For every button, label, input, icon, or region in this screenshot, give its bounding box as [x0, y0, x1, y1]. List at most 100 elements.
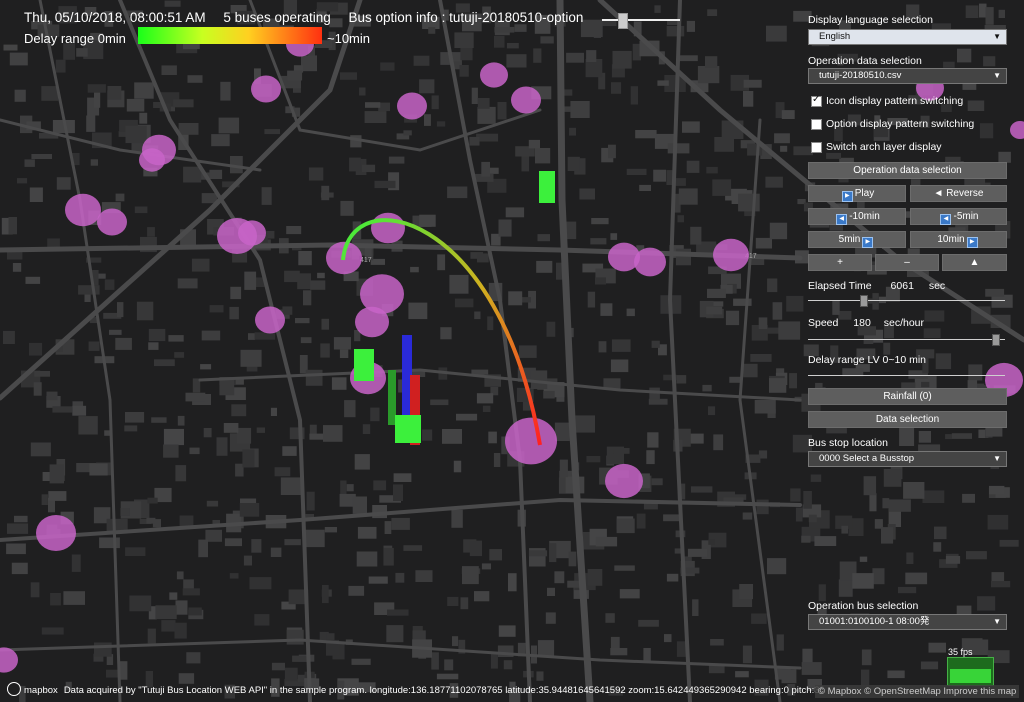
building: [305, 369, 323, 386]
rainfall-button[interactable]: Rainfall (0): [808, 388, 1007, 405]
building: [667, 143, 690, 154]
elapsed-label: Elapsed Time: [808, 280, 872, 292]
building: [533, 48, 542, 63]
mapbox-logo-text[interactable]: mapbox: [24, 685, 58, 696]
bus-stop-marker[interactable]: [713, 238, 749, 272]
bus-stop-marker[interactable]: [251, 75, 281, 103]
building: [610, 359, 629, 373]
bus-stop-marker[interactable]: [97, 208, 127, 236]
building: [235, 463, 244, 477]
operation-bus-select[interactable]: 01001:0100100-1 08:00発 ▼: [808, 614, 1007, 630]
building: [889, 499, 911, 512]
option-pattern-checkbox[interactable]: Option display pattern switching: [811, 118, 974, 130]
building: [282, 306, 293, 315]
building: [8, 217, 17, 235]
bus-stop-marker[interactable]: [238, 220, 266, 246]
building: [690, 226, 702, 245]
building: [107, 86, 122, 100]
building: [626, 168, 647, 175]
bus-stop-marker[interactable]: [36, 515, 76, 551]
building: [148, 342, 159, 350]
bus-stop-marker[interactable]: [255, 306, 285, 334]
bus-stop-marker[interactable]: [139, 148, 165, 172]
icon-pattern-checkbox[interactable]: Icon display pattern switching: [811, 94, 963, 107]
minus-10min-button[interactable]: ◀ -10min: [808, 208, 906, 225]
building: [498, 625, 516, 637]
building: [933, 542, 942, 552]
zoom-in-button[interactable]: +: [808, 254, 872, 271]
bus-stop-marker[interactable]: [605, 463, 643, 499]
map-attribution[interactable]: © Mapbox © OpenStreetMap Improve this ma…: [815, 685, 1020, 698]
building: [537, 234, 550, 242]
bus-stop-marker[interactable]: [634, 247, 666, 277]
bus-icon[interactable]: [354, 349, 374, 381]
checkbox-icon[interactable]: [811, 141, 822, 153]
bus-stop-marker[interactable]: [505, 417, 557, 465]
building: [610, 648, 628, 656]
plus-10min-button[interactable]: 10min ▶: [910, 231, 1007, 248]
bus-stop-marker[interactable]: [355, 306, 389, 338]
building: [41, 86, 59, 101]
building: [476, 393, 494, 404]
operation-data-button[interactable]: Operation data selection: [808, 162, 1007, 179]
building: [742, 512, 753, 520]
option-slider-track[interactable]: [602, 19, 680, 21]
bus-stop-marker[interactable]: [480, 62, 508, 88]
building: [951, 433, 972, 439]
datetime: Thu, 05/10/2018, 08:00:51 AM: [24, 10, 206, 25]
building: [482, 405, 491, 412]
building: [743, 363, 758, 378]
building: [616, 518, 635, 534]
bus-icon[interactable]: [539, 171, 555, 203]
building: [999, 539, 1019, 547]
building: [924, 310, 945, 322]
building: [456, 413, 478, 421]
bus-stop-marker[interactable]: [511, 86, 541, 114]
building: [528, 139, 540, 149]
minus-5min-button[interactable]: ◀ -5min: [910, 208, 1007, 225]
building: [780, 145, 788, 152]
data-selection-button[interactable]: Data selection: [808, 411, 1007, 428]
reset-north-button[interactable]: ▲: [942, 254, 1007, 271]
bus-stop-marker[interactable]: [371, 212, 405, 244]
building: [570, 101, 590, 118]
zoom-out-button[interactable]: –: [875, 254, 939, 271]
building: [308, 167, 324, 181]
reverse-button[interactable]: ◄ Reverse: [910, 185, 1007, 202]
building: [537, 640, 555, 656]
operation-data-select[interactable]: tutuji-20180510.csv ▼: [808, 68, 1007, 84]
plus-5min-button[interactable]: 5min ▶: [808, 231, 906, 248]
delay-range-slider[interactable]: [808, 375, 1005, 376]
building: [626, 308, 635, 317]
building: [230, 286, 242, 300]
speed-slider-handle[interactable]: [992, 334, 1000, 346]
building: [298, 251, 312, 266]
building: [651, 478, 663, 486]
play-button[interactable]: ▶ Play: [808, 185, 906, 202]
elapsed-slider[interactable]: [808, 300, 1005, 301]
building: [663, 514, 681, 522]
elapsed-slider-handle[interactable]: [860, 295, 868, 307]
bus-stop-select[interactable]: 0000 Select a Busstop ▼: [808, 451, 1007, 467]
building: [968, 364, 983, 381]
building: [567, 580, 581, 588]
checkbox-icon[interactable]: [811, 118, 822, 130]
building: [543, 390, 555, 399]
building: [182, 588, 200, 596]
building: [707, 9, 718, 16]
building: [388, 156, 405, 164]
building: [945, 556, 961, 564]
checkbox-icon[interactable]: [811, 94, 822, 107]
building: [459, 65, 469, 77]
building: [224, 538, 242, 547]
building: [147, 628, 156, 644]
bus-stop-marker[interactable]: [397, 92, 427, 120]
building: [48, 491, 67, 501]
fps-meter: [947, 657, 994, 686]
bus-stop-marker[interactable]: [65, 193, 101, 227]
option-slider-handle[interactable]: [618, 13, 628, 29]
arch-layer-checkbox[interactable]: Switch arch layer display: [811, 141, 942, 153]
mapbox-logo-icon[interactable]: [7, 682, 21, 696]
speed-slider[interactable]: [808, 339, 1005, 340]
language-select[interactable]: English ▼: [808, 29, 1007, 45]
